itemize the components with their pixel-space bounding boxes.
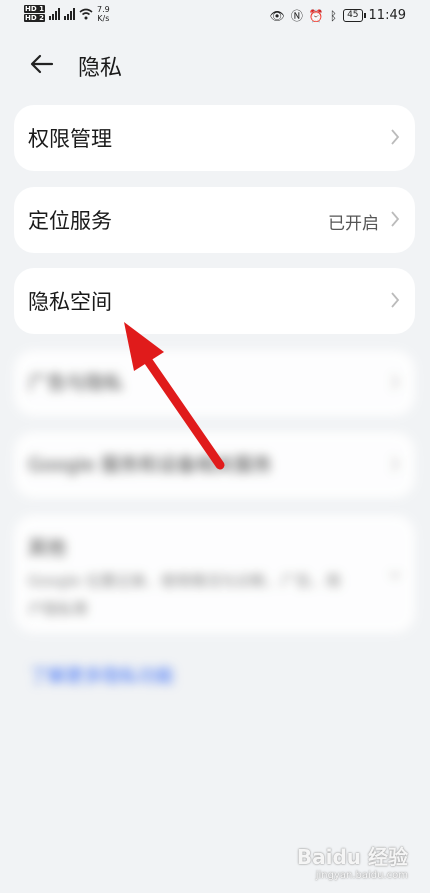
nfc-icon: Ⓝ <box>290 9 303 23</box>
item-label: 隐私空间 <box>28 290 112 314</box>
status-bar: HD 1 HD 2 7.9 K/s 👁 Ⓝ ⏰ ᛒ 45 11:49 <box>0 0 430 30</box>
page-header: 隐私 <box>0 40 430 90</box>
hd-badges: HD 1 HD 2 <box>24 5 45 22</box>
chevron-right-icon <box>391 374 400 390</box>
chevron-down-icon <box>389 571 401 580</box>
item-label: 其他 <box>28 537 67 559</box>
location-services-item[interactable]: 定位服务 已开启 <box>14 187 415 253</box>
item-label: 权限管理 <box>28 127 112 151</box>
network-speed: 7.9 K/s <box>97 5 110 23</box>
baidu-watermark: Baidu 经验 jingyan.baidu.com <box>297 841 408 881</box>
signal-icon-2 <box>63 8 75 20</box>
private-space-item[interactable]: 隐私空间 <box>14 268 415 334</box>
alarm-icon: ⏰ <box>308 8 324 23</box>
status-right: 👁 Ⓝ ⏰ ᛒ 45 11:49 <box>270 7 406 24</box>
learn-more-link[interactable]: 了解更多隐私功能 <box>30 662 174 688</box>
chevron-right-icon <box>391 292 400 308</box>
speed-value: 7.9 <box>96 5 110 14</box>
clock: 11:49 <box>368 8 406 23</box>
chevron-right-icon <box>391 211 400 227</box>
status-left: HD 1 HD 2 7.9 K/s <box>24 5 110 23</box>
eye-icon: 👁 <box>269 8 285 23</box>
battery-icon: 45 <box>343 9 367 22</box>
item-label: Google 服务和设备相关服务 <box>28 454 273 476</box>
item-label: 广告与隐私 <box>28 372 124 394</box>
wifi-icon <box>79 8 93 20</box>
back-arrow-icon[interactable] <box>28 50 56 78</box>
item-description: Google 位置记录、使用情况与诊断、广告、用户隐私等 <box>28 572 341 618</box>
ads-privacy-item[interactable]: 广告与隐私 <box>14 350 415 416</box>
speed-unit: K/s <box>97 14 110 23</box>
signal-icon-1 <box>48 8 60 20</box>
watermark-brand: Baidu 经验 <box>296 845 408 869</box>
permission-management-item[interactable]: 权限管理 <box>14 105 415 171</box>
item-label: 定位服务 <box>28 209 112 233</box>
google-services-item[interactable]: Google 服务和设备相关服务 <box>14 432 415 498</box>
location-status-value: 已开启 <box>328 214 379 234</box>
bluetooth-icon: ᛒ <box>329 8 338 23</box>
other-item[interactable]: 其他 Google 位置记录、使用情况与诊断、广告、用户隐私等 <box>14 515 415 633</box>
watermark-site: jingyan.baidu.com <box>315 870 408 881</box>
chevron-right-icon <box>391 456 400 472</box>
page-title: 隐私 <box>78 56 123 81</box>
chevron-right-icon <box>391 129 400 145</box>
